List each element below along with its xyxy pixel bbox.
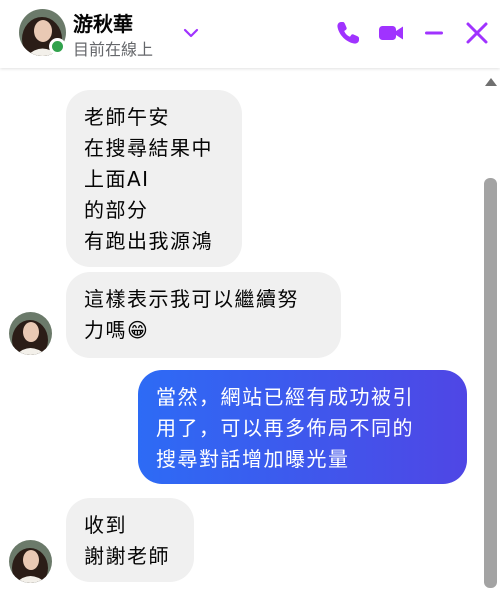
- online-status-dot: [49, 38, 66, 55]
- message-list[interactable]: 老師午安 在搜尋結果中 上面AI 的部分 有跑出我源鴻 這樣表示我可以繼續努 力…: [0, 68, 500, 591]
- contact-avatar[interactable]: [9, 312, 52, 355]
- message-bubble-incoming[interactable]: 老師午安 在搜尋結果中 上面AI 的部分 有跑出我源鴻: [66, 90, 242, 267]
- chat-header: 游秋華 目前在線上: [0, 0, 500, 68]
- scrollbar[interactable]: [482, 68, 500, 591]
- chevron-down-icon[interactable]: [182, 24, 200, 42]
- scroll-up-arrow-icon[interactable]: [485, 78, 497, 86]
- phone-icon[interactable]: [333, 18, 363, 48]
- message-bubble-incoming[interactable]: 這樣表示我可以繼續努 力嗎😁: [66, 272, 341, 358]
- message-bubble-incoming[interactable]: 收到 謝謝老師: [66, 498, 194, 582]
- minimize-icon[interactable]: [419, 18, 449, 48]
- scrollbar-thumb[interactable]: [484, 178, 497, 588]
- close-icon[interactable]: [462, 18, 492, 48]
- contact-avatar[interactable]: [9, 540, 52, 583]
- message-bubble-outgoing[interactable]: 當然，網站已經有成功被引 用了，可以再多佈局不同的 搜尋對話增加曝光量: [138, 370, 467, 484]
- contact-name[interactable]: 游秋華: [73, 8, 133, 37]
- contact-status: 目前在線上: [73, 40, 154, 59]
- video-camera-icon[interactable]: [376, 18, 406, 48]
